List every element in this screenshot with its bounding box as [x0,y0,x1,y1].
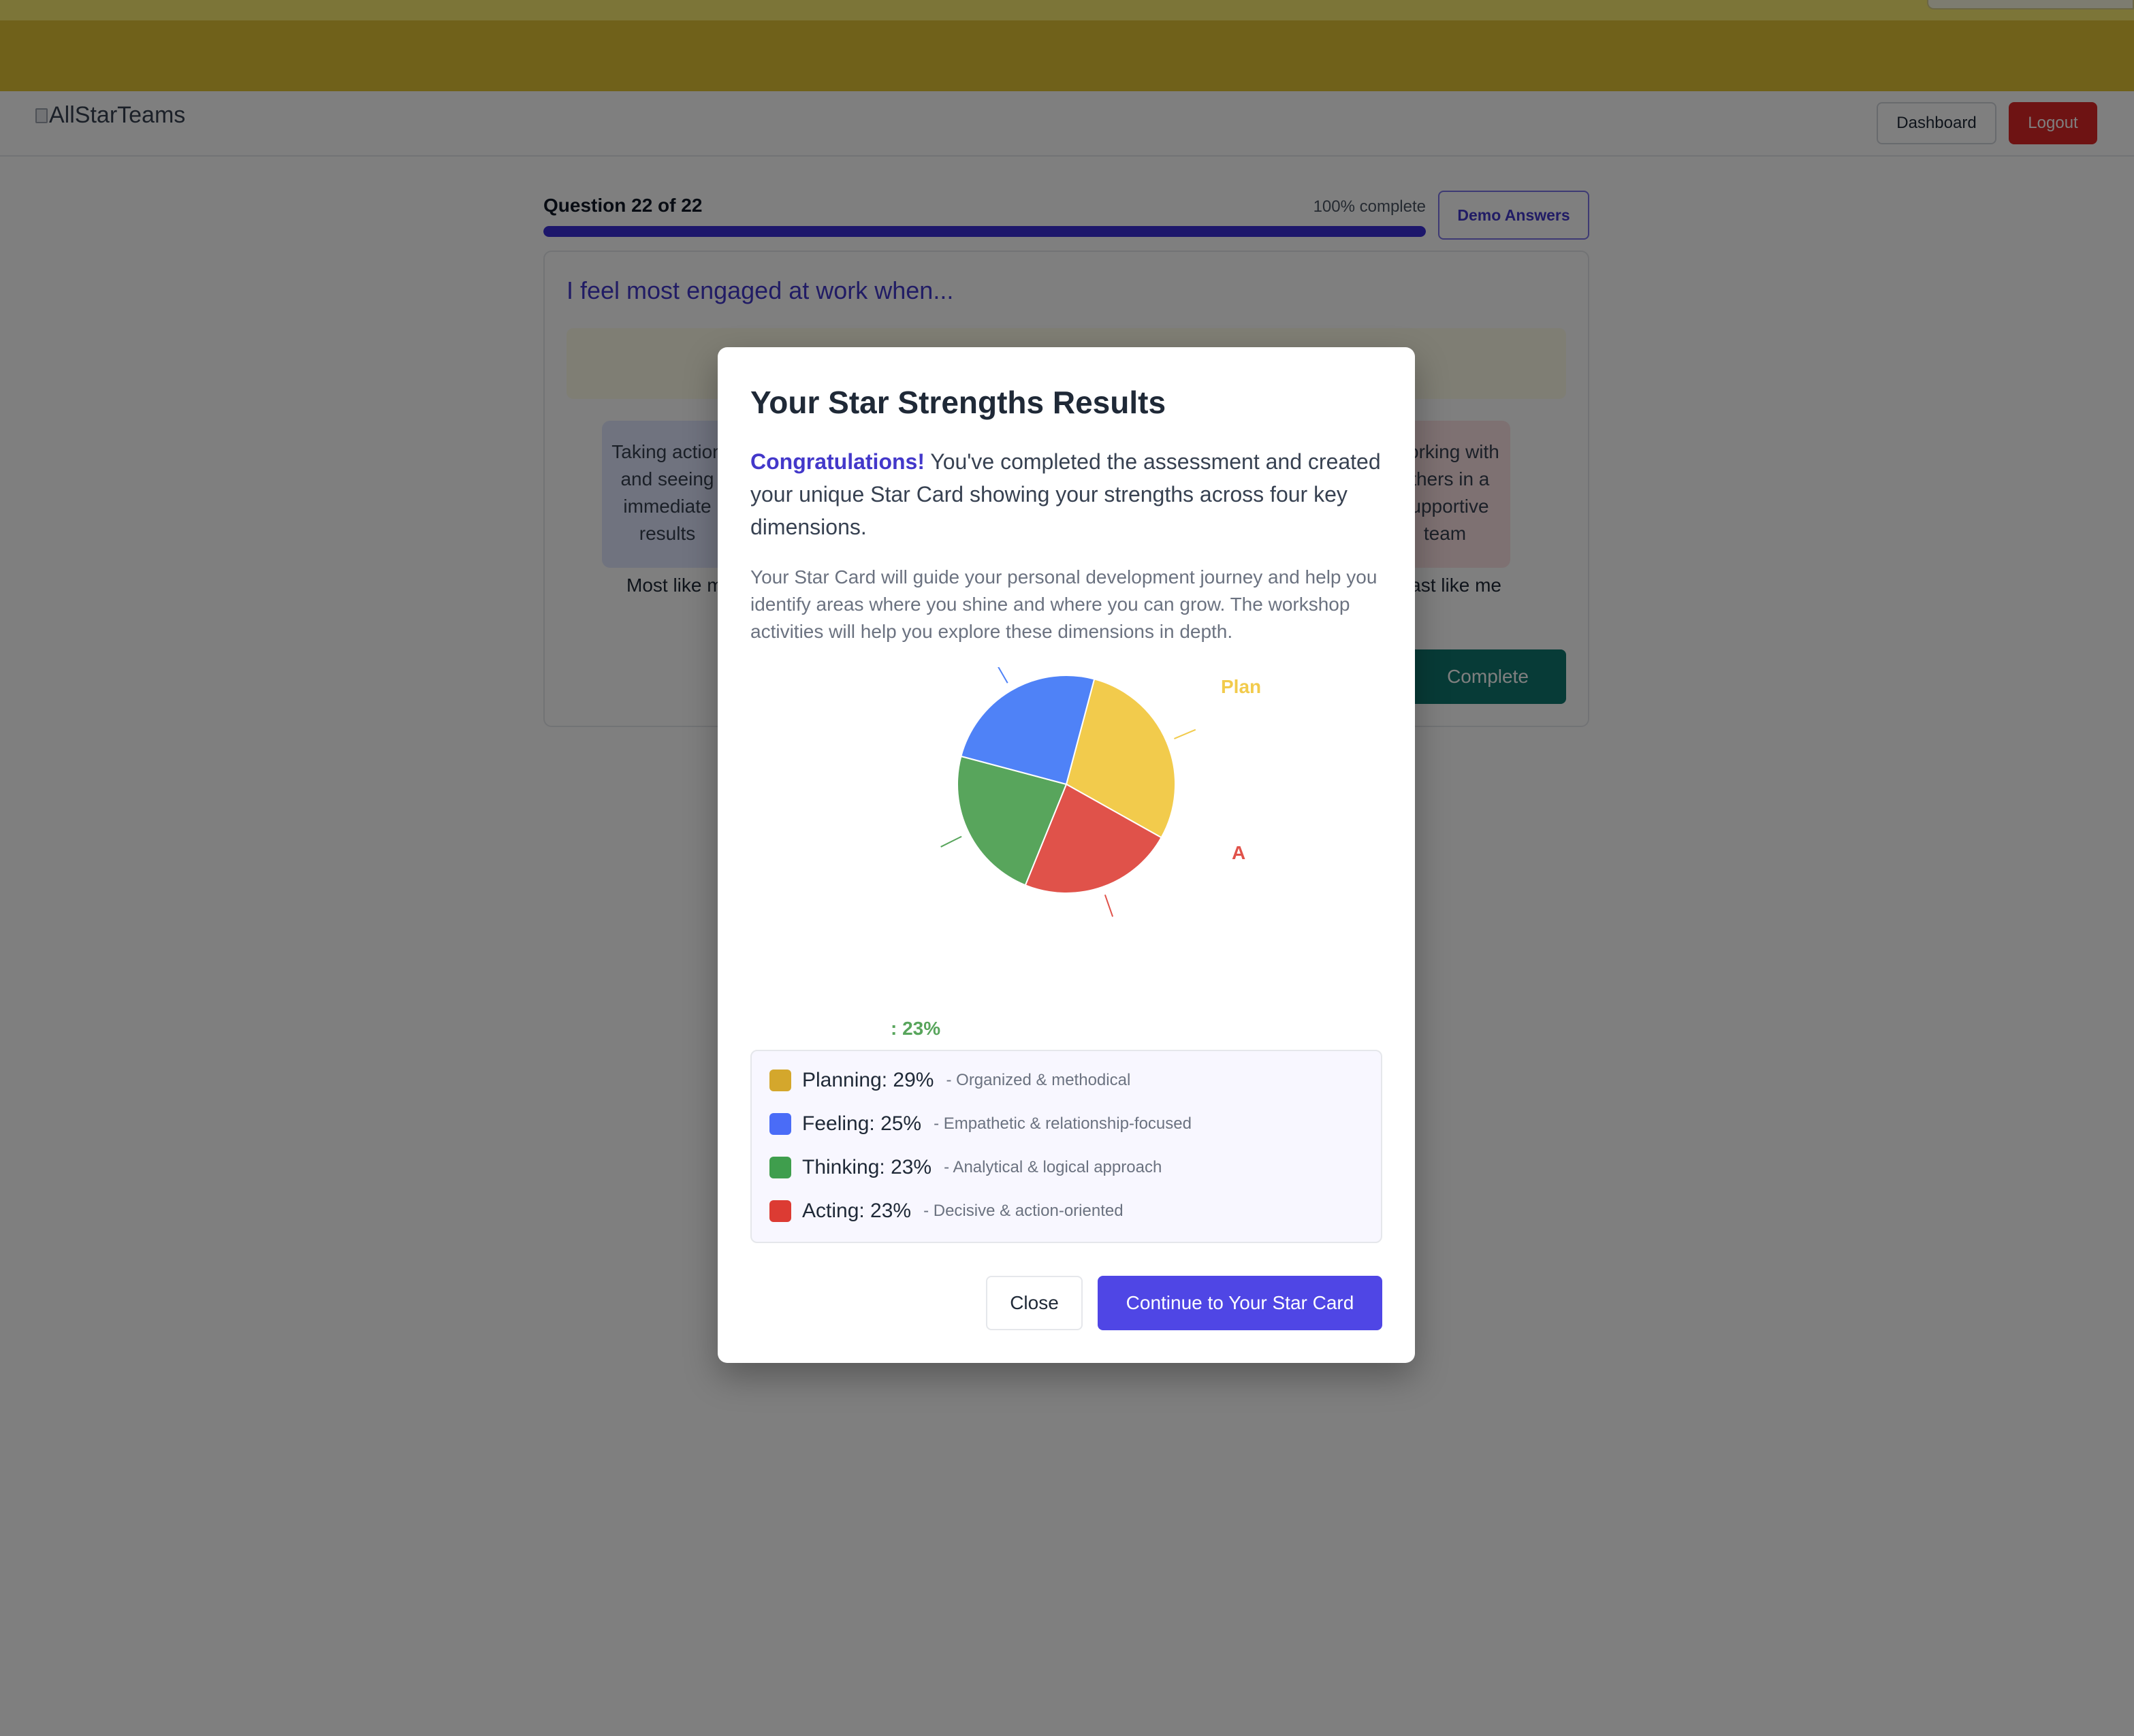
pie-slice-label: Plan [1221,676,1261,697]
legend-item: Planning: 29% - Organized & methodical [769,1069,1130,1092]
congrats-text: Congratulations! [750,449,925,474]
legend-description: - Organized & methodical [946,1071,1131,1089]
continue-to-star-card-button[interactable]: Continue to Your Star Card [1098,1276,1382,1330]
close-button[interactable]: Close [986,1276,1083,1330]
legend-name: Thinking: 23% [802,1156,932,1178]
legend-name: Planning: 29% [802,1069,934,1091]
modal-intro: Congratulations! You've completed the as… [750,445,1390,543]
legend-swatch [769,1157,791,1178]
legend-description: - Decisive & action-oriented [923,1202,1124,1220]
legend-item: Feeling: 25% - Empathetic & relationship-… [769,1112,1192,1136]
pie-leader-line [940,835,962,848]
strengths-pie-chart: Plan A : 23% [891,667,1261,1039]
legend-swatch [769,1070,791,1091]
modal-title: Your Star Strengths Results [750,385,1166,420]
strengths-legend: Planning: 29% - Organized & methodical Fee… [750,1050,1382,1243]
pie-slice-label: : 23% [891,1018,940,1039]
legend-name: Feeling: 25% [802,1112,922,1135]
legend-description: - Empathetic & relationship-focused [934,1114,1192,1133]
legend-description: - Analytical & logical approach [944,1158,1162,1176]
pie-leader-line [998,667,1008,684]
legend-swatch [769,1200,791,1222]
pie-leader-line [1104,895,1114,917]
pie-slice-label: A [1232,842,1245,863]
legend-item: Acting: 23% - Decisive & action-oriented [769,1200,1124,1223]
modal-subtext: Your Star Card will guide your personal … [750,566,1377,642]
results-modal: Your Star Strengths Results Congratulati… [718,347,1415,1363]
legend-name: Acting: 23% [802,1200,912,1222]
legend-swatch [769,1113,791,1135]
legend-item: Thinking: 23% - Analytical & logical appr… [769,1156,1162,1179]
pie-leader-line [1174,728,1196,739]
